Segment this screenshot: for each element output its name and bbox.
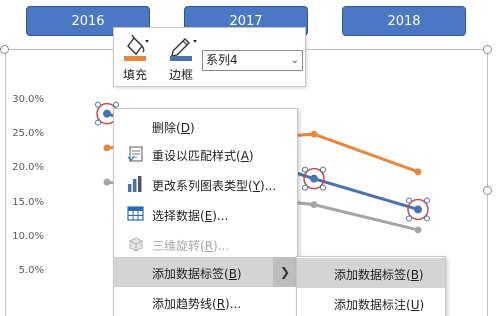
format-mini-toolbar: 填充 边框 系列4 ⌄: [113, 27, 306, 87]
menu-item-select-data[interactable]: 选择数据(E)...: [114, 199, 297, 229]
menu-item-add-data-labels[interactable]: 添加数据标签(B) ❯: [114, 257, 297, 287]
menu-item-label: 删除(D): [152, 121, 195, 135]
menu-item-delete[interactable]: 删除(D): [114, 111, 297, 141]
menu-item-add-trendline[interactable]: 添加趋势线(R)...: [114, 287, 297, 316]
data-point-marker[interactable]: [414, 226, 422, 234]
data-point-marker[interactable]: [414, 168, 422, 176]
selection-handle[interactable]: [95, 119, 101, 126]
3d-rotation-icon: [129, 237, 143, 252]
add-data-labels-submenu: 添加数据标签(B) 添加数据标注(U): [296, 256, 446, 316]
fill-label: 填充: [123, 68, 148, 82]
menu-item-label: 更改系列图表类型(Y)...: [152, 179, 277, 193]
menu-item-label: 添加数据标签(B): [152, 267, 242, 281]
chevron-right-icon: ❯: [273, 257, 297, 287]
reset-style-icon: [127, 146, 143, 162]
border-label: 边框: [169, 68, 194, 82]
submenu-item-label: 添加数据标注(U): [334, 298, 425, 312]
series-select-value: 系列4: [206, 53, 238, 67]
selection-handle[interactable]: [424, 215, 430, 222]
menu-item-change-chart-type[interactable]: 更改系列图表类型(Y)...: [114, 169, 297, 199]
excel-chart-screen: 2016 2017 2018 30.0% 25.0% 20.0% 15.0% 1…: [0, 0, 499, 316]
submenu-item-add-data-callouts[interactable]: 添加数据标注(U): [297, 288, 445, 316]
selection-handle[interactable]: [424, 197, 430, 204]
select-data-icon: [127, 206, 144, 221]
selection-handle[interactable]: [320, 184, 326, 191]
menu-item-reset-style[interactable]: 重设以匹配样式(A): [114, 139, 297, 169]
menu-item-label: 三维旋转(R)...: [152, 239, 230, 253]
selection-handle[interactable]: [320, 166, 326, 173]
context-menu: 删除(D) 重设以匹配样式(A) 更改系列图表类型(Y)... 选择数据(E).…: [113, 108, 298, 316]
submenu-item-label: 添加数据标签(B): [334, 268, 424, 282]
paint-bucket-icon: [124, 34, 149, 61]
submenu-item-add-data-labels[interactable]: 添加数据标签(B): [297, 258, 445, 288]
selection-handle[interactable]: [302, 166, 308, 173]
chart-type-icon: [128, 176, 142, 192]
data-point-marker[interactable]: [103, 144, 111, 152]
menu-item-label: 添加趋势线(R)...: [152, 297, 242, 311]
selection-handle[interactable]: [406, 215, 412, 222]
data-point-marker[interactable]: [310, 130, 318, 138]
menu-item-label: 重设以匹配样式(A): [152, 149, 254, 163]
menu-item-label: 选择数据(E)...: [152, 209, 229, 223]
data-point-marker[interactable]: [310, 174, 318, 183]
pen-icon: [170, 38, 197, 61]
chevron-down-icon: ⌄: [290, 55, 299, 66]
selection-handle[interactable]: [302, 184, 308, 191]
menu-item-3d-rotation[interactable]: 三维旋转(R)...: [114, 229, 297, 259]
selection-handle[interactable]: [113, 101, 119, 108]
series-select[interactable]: 系列4 ⌄: [202, 50, 303, 71]
data-point-marker[interactable]: [310, 201, 318, 209]
fill-button[interactable]: 填充: [116, 32, 154, 84]
data-point-marker[interactable]: [103, 109, 111, 118]
selection-handle[interactable]: [95, 101, 101, 108]
data-point-marker[interactable]: [414, 205, 422, 214]
border-button[interactable]: 边框: [162, 32, 200, 84]
selection-handle[interactable]: [406, 197, 412, 204]
data-point-marker[interactable]: [103, 178, 111, 186]
